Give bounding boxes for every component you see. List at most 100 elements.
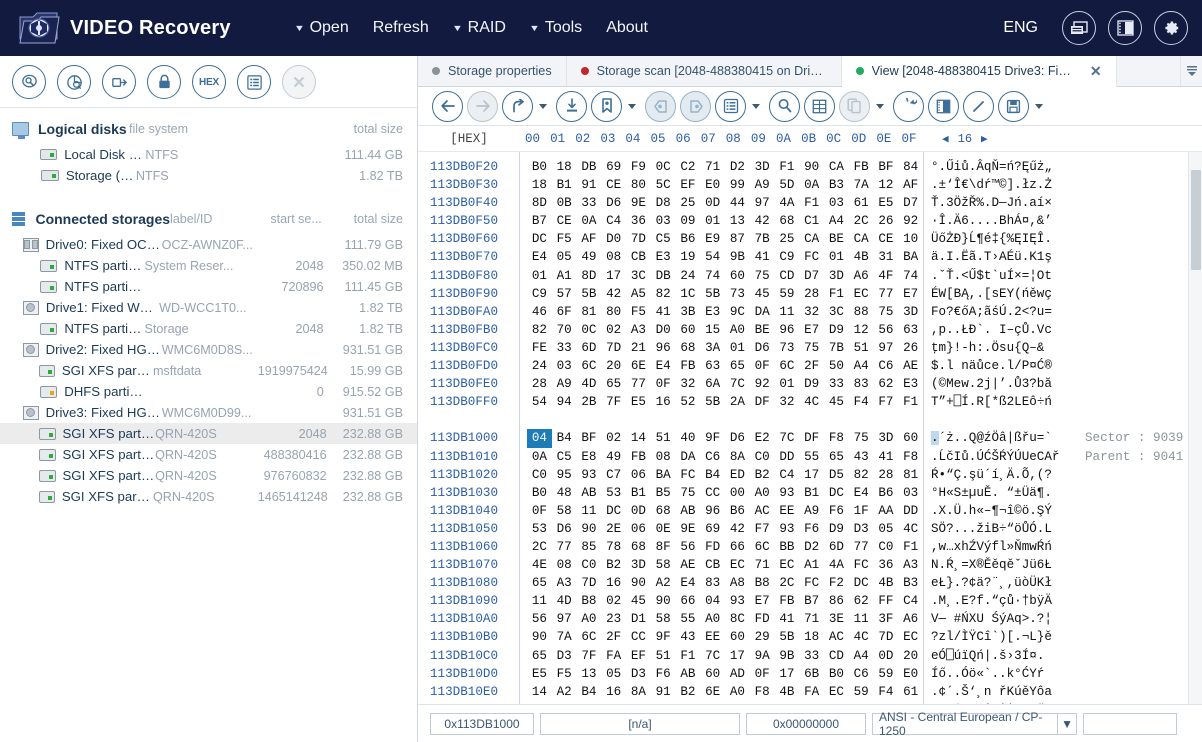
hex-byte[interactable]: A2	[651, 574, 676, 592]
hex-byte[interactable]: F5	[552, 230, 577, 248]
hex-byte[interactable]: AA	[874, 502, 899, 520]
chevron-down-icon[interactable]	[539, 103, 547, 109]
ascii-row[interactable]: ,p..ŁĐ`. I–çŮ.Vc	[931, 321, 1075, 339]
list-icon[interactable]	[237, 65, 271, 99]
hex-byte[interactable]: 33	[799, 647, 824, 665]
hex-byte[interactable]: D8	[651, 194, 676, 212]
hex-byte[interactable]: B3	[824, 176, 849, 194]
hex-byte[interactable]: 53	[601, 484, 626, 502]
hex-byte[interactable]: CA	[799, 230, 824, 248]
value-field[interactable]: 0x00000000	[746, 712, 866, 735]
hex-byte[interactable]: D7	[799, 267, 824, 285]
refresh-icon[interactable]	[893, 90, 924, 122]
hex-byte[interactable]: AF	[577, 230, 602, 248]
hex-byte[interactable]: F1	[824, 285, 849, 303]
hex-byte[interactable]: 11	[527, 592, 552, 610]
chevron-down-icon[interactable]: ▼	[1057, 713, 1076, 734]
find-icon[interactable]	[12, 65, 46, 99]
hex-byte[interactable]: D1	[626, 610, 651, 628]
hex-byte[interactable]: B4	[700, 466, 725, 484]
ascii-row[interactable]: (©Mew.2j|’.Ů3?bă	[931, 375, 1075, 393]
hex-byte[interactable]: 59	[849, 683, 874, 701]
hex-byte[interactable]: D2	[799, 538, 824, 556]
hex-byte[interactable]: 4E	[527, 556, 552, 574]
ascii-row[interactable]: eÓ⎕úïQń|.š›3Í¤.	[931, 647, 1075, 665]
disk-scan-icon[interactable]	[57, 65, 91, 99]
hex-byte[interactable]: A5	[626, 285, 651, 303]
hex-byte[interactable]: 9A	[750, 647, 775, 665]
hex-byte[interactable]: DF	[750, 393, 775, 411]
hex-byte[interactable]: 85	[577, 538, 602, 556]
hex-byte[interactable]: D5	[824, 466, 849, 484]
hex-byte[interactable]: 41	[750, 248, 775, 266]
hex-byte[interactable]: D9	[824, 321, 849, 339]
hex-byte[interactable]: BA	[898, 248, 923, 266]
list-item[interactable]: SGI XFS partition QRN-420S 976760832 232.88…	[0, 465, 417, 486]
hex-byte[interactable]: 11	[849, 610, 874, 628]
hex-byte[interactable]: 68	[651, 502, 676, 520]
hex-byte[interactable]: 21	[626, 339, 651, 357]
windows-icon[interactable]	[1062, 11, 1096, 45]
hex-byte[interactable]: 3B	[676, 303, 701, 321]
hex-byte[interactable]: 12	[874, 176, 899, 194]
hex-byte[interactable]: 97	[552, 610, 577, 628]
hex-byte[interactable]: E0	[700, 176, 725, 194]
hex-byte[interactable]: 75	[849, 429, 874, 447]
hex-byte[interactable]: 18	[527, 176, 552, 194]
scrollbar-thumb[interactable]	[1191, 170, 1201, 270]
hex-byte[interactable]: 5B	[577, 285, 602, 303]
hex-byte[interactable]: 14	[527, 683, 552, 701]
hex-byte[interactable]: 01	[775, 375, 800, 393]
hex-byte[interactable]: 62	[849, 592, 874, 610]
hex-byte[interactable]: 9F	[651, 628, 676, 646]
hex-icon[interactable]: HEX	[192, 65, 226, 99]
hex-byte[interactable]: E5	[626, 393, 651, 411]
hex-byte[interactable]: 4C	[898, 520, 923, 538]
ascii-row[interactable]: ÉW[BĄ,.[sEY(ńěwç	[931, 285, 1075, 303]
hex-row[interactable]: 28 A9 4D 65 77 0F 32 6A 7C 92 01 D9 33 83 62 E3	[527, 375, 923, 393]
hex-byte[interactable]: 8C	[725, 610, 750, 628]
hex-byte[interactable]: 33	[552, 339, 577, 357]
save-icon[interactable]	[998, 90, 1029, 122]
hex-byte[interactable]: F1	[676, 647, 701, 665]
hex-byte[interactable]: 63	[700, 357, 725, 375]
hex-byte[interactable]: 04	[700, 592, 725, 610]
ascii-row[interactable]: ä.I.Ëã.T›AÉü.K1ş	[931, 248, 1075, 266]
hex-byte[interactable]: B1	[626, 484, 651, 502]
gear-icon[interactable]	[1154, 11, 1188, 45]
hex-byte[interactable]: C4	[601, 212, 626, 230]
hex-byte[interactable]: A9	[750, 176, 775, 194]
hex-byte[interactable]: 3D	[874, 429, 899, 447]
hex-row[interactable]: 2C 77 85 78 68 8F 56 FD 66 6C BB D2 6D 77 C0 F1	[527, 538, 923, 556]
tab-overflow-button[interactable]	[1180, 56, 1202, 86]
hex-row[interactable]: 0F 58 11 DC 0D 68 AB 96 B6 AC EE A9 F6 1F AA DD	[527, 502, 923, 520]
hex-row[interactable]: 56 97 A0 23 D1 58 55 A0 8C FD 41 71 3E 11 3F A6	[527, 610, 923, 628]
hex-byte[interactable]: 45	[626, 592, 651, 610]
hex-byte[interactable]: B6	[725, 502, 750, 520]
hex-byte[interactable]: 13	[577, 665, 602, 683]
hex-byte[interactable]: DA	[676, 448, 701, 466]
hex-byte[interactable]: 81	[898, 466, 923, 484]
hex-byte[interactable]: 74	[700, 267, 725, 285]
hex-byte[interactable]: FF	[874, 592, 899, 610]
hex-byte[interactable]: 16	[651, 393, 676, 411]
hex-byte[interactable]: A0	[725, 683, 750, 701]
hex-byte[interactable]: 2C	[775, 574, 800, 592]
hex-byte[interactable]: E4	[651, 357, 676, 375]
hex-byte[interactable]: DB	[651, 267, 676, 285]
hex-byte[interactable]: 03	[552, 357, 577, 375]
hex-byte[interactable]: DD	[775, 448, 800, 466]
hex-byte[interactable]: 02	[601, 429, 626, 447]
hex-byte[interactable]: 46	[527, 303, 552, 321]
hex-byte[interactable]: 3C	[626, 267, 651, 285]
hex-byte[interactable]: 16	[601, 683, 626, 701]
hex-byte[interactable]: 58	[552, 502, 577, 520]
hex-row[interactable]: DC F5 AF D0 7D C5 B6 E9 87 7B 25 CA BE CA CE 10	[527, 230, 923, 248]
hex-byte[interactable]: 36	[874, 556, 899, 574]
hex-byte[interactable]: F7	[874, 393, 899, 411]
hex-byte[interactable]: B0	[527, 158, 552, 176]
hex-byte[interactable]: 61	[898, 683, 923, 701]
hex-byte[interactable]: F6	[799, 520, 824, 538]
hex-byte[interactable]: C6	[874, 357, 899, 375]
hex-byte[interactable]: 41	[651, 303, 676, 321]
